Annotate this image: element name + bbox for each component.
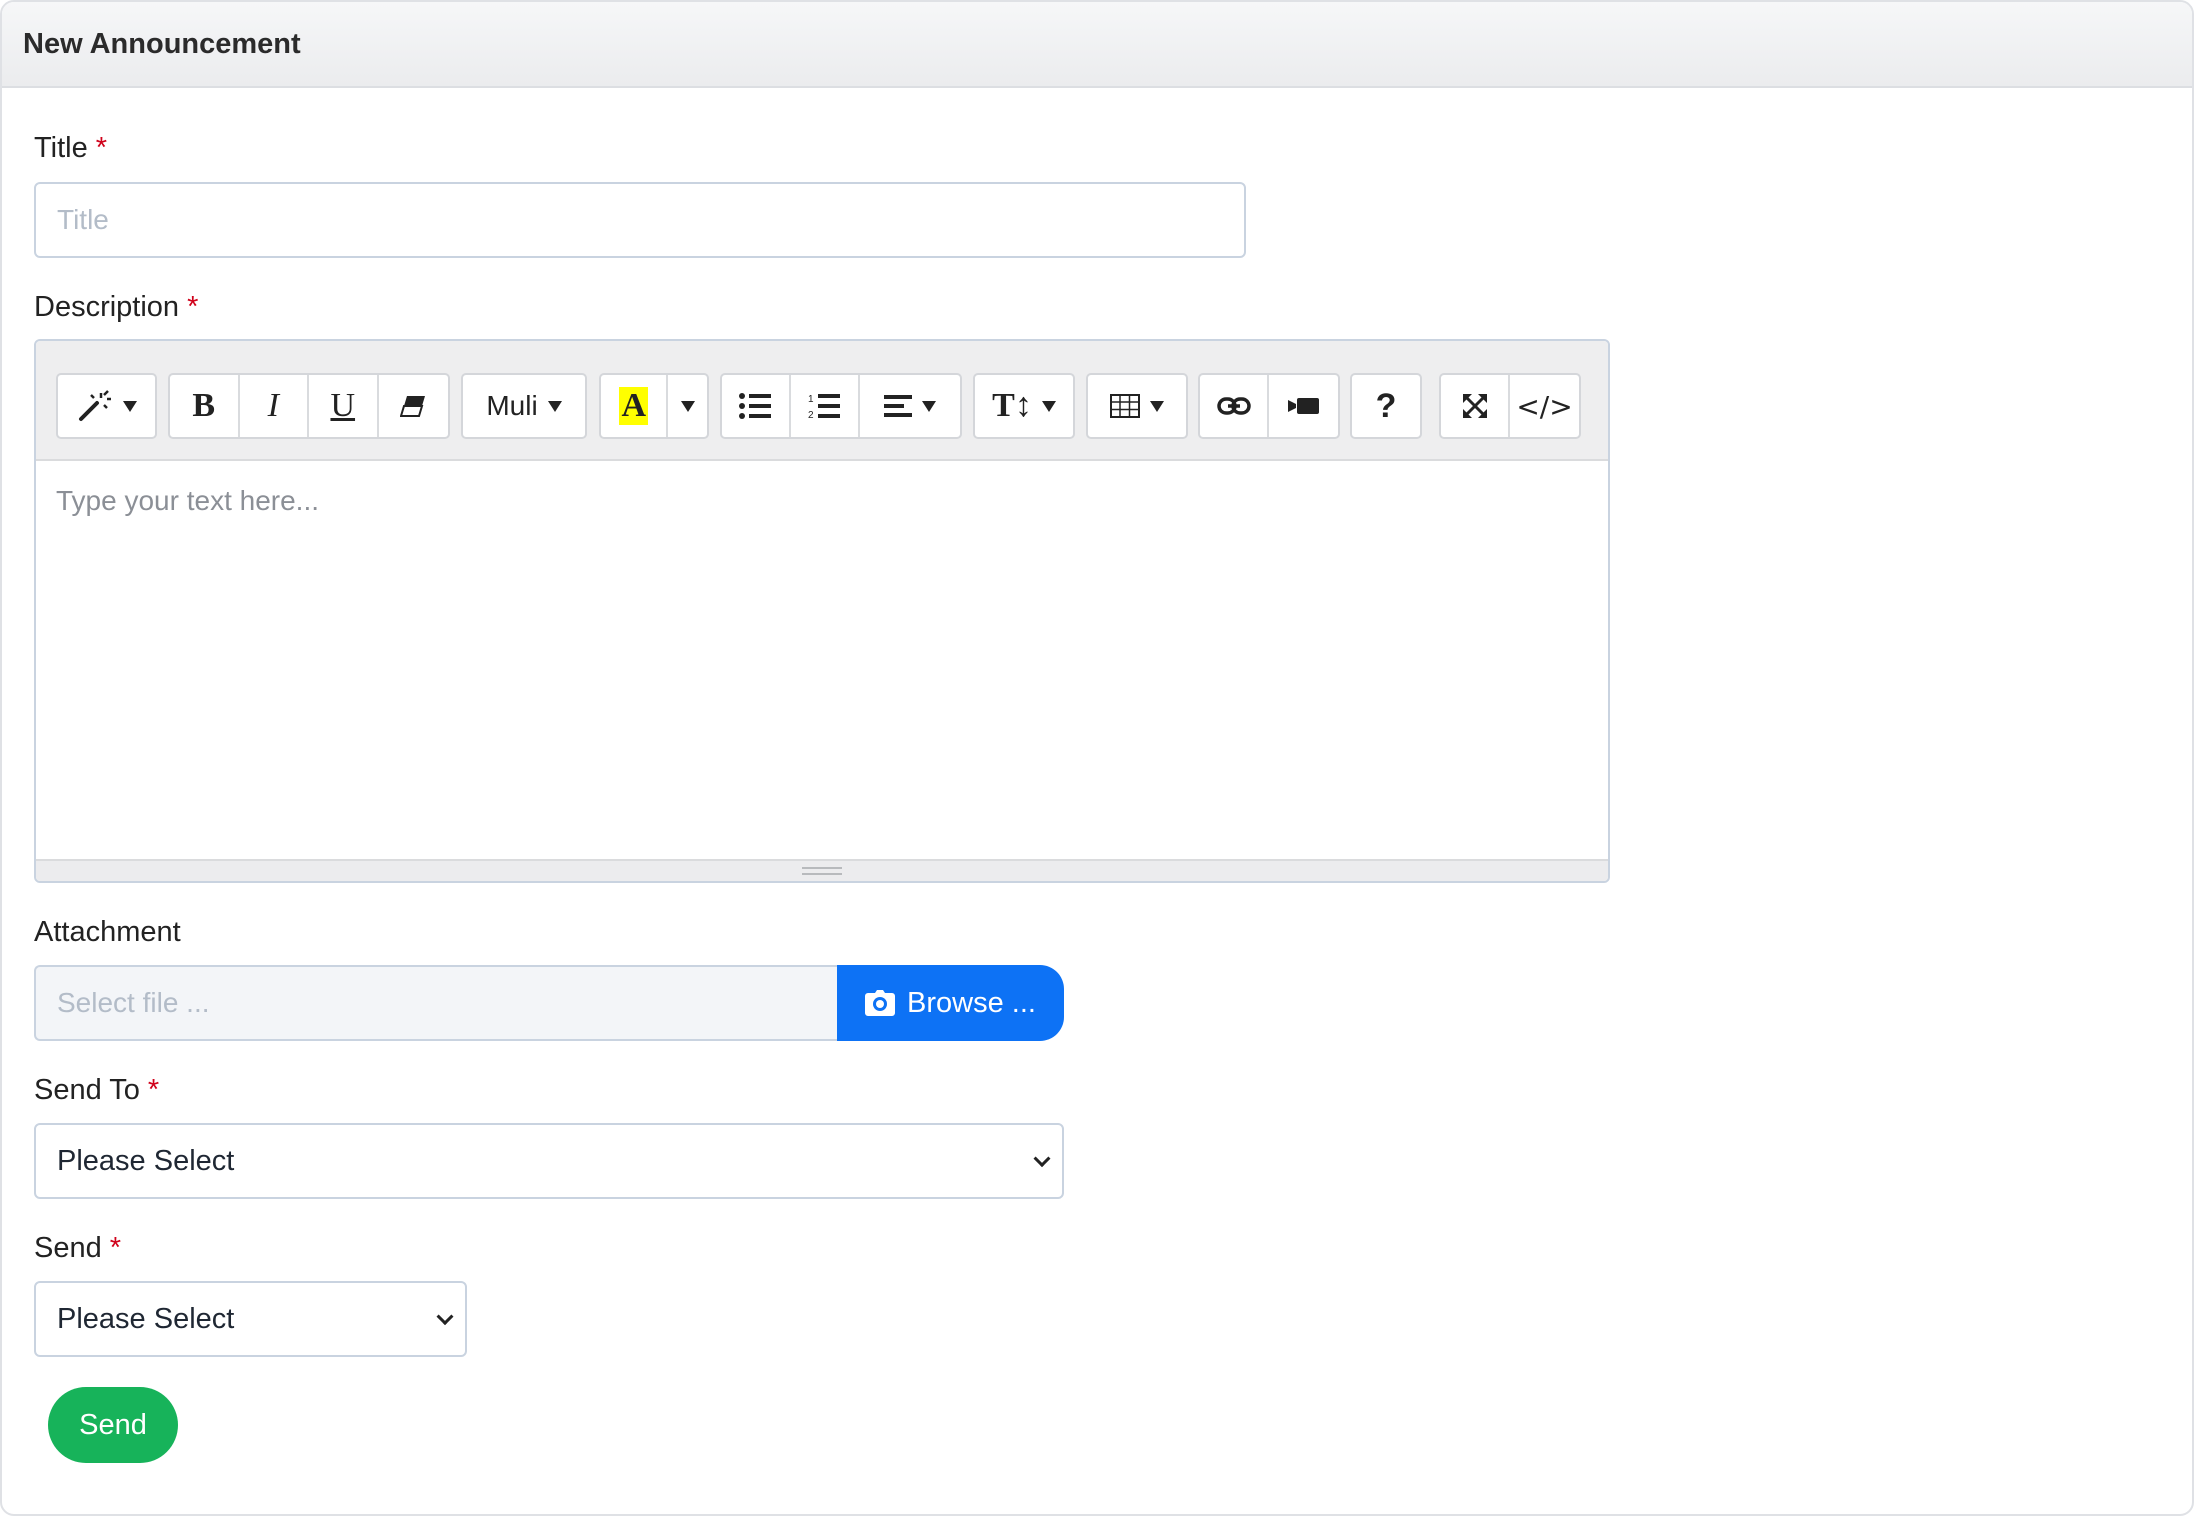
- browse-button[interactable]: Browse ...: [837, 965, 1064, 1041]
- link-icon: [1216, 397, 1251, 415]
- attachment-label-text: Attachment: [34, 916, 181, 948]
- style-group: [56, 373, 157, 439]
- browse-label: Browse ...: [907, 986, 1036, 1019]
- insert-group: [1198, 373, 1340, 439]
- chevron-down-icon: [547, 400, 562, 412]
- font-name-button[interactable]: Muli: [463, 375, 585, 437]
- video-button[interactable]: [1269, 375, 1338, 437]
- required-mark: *: [147, 1074, 160, 1106]
- table-icon: [1110, 394, 1140, 418]
- view-group: </>: [1439, 373, 1581, 439]
- send-to-value: Please Select: [57, 1144, 235, 1177]
- grip-icon: [802, 867, 842, 875]
- unordered-list-icon: [739, 393, 772, 419]
- description-label-text: Description: [34, 291, 180, 323]
- table-button[interactable]: [1088, 375, 1186, 437]
- text-height-button[interactable]: T↕: [975, 375, 1073, 437]
- code-view-button[interactable]: </>: [1510, 375, 1579, 437]
- required-mark: *: [95, 132, 108, 164]
- table-group: [1086, 373, 1188, 439]
- color-dropdown-button[interactable]: [668, 375, 707, 437]
- ordered-list-icon: 12: [808, 394, 841, 420]
- editor-resize-handle[interactable]: [36, 859, 1608, 881]
- editor-toolbar: B I U Muli A 1 2 T↕ ? </>: [36, 341, 1608, 461]
- send-to-label-text: Send To: [34, 1074, 140, 1106]
- send-label-text: Send: [34, 1232, 102, 1264]
- send-button[interactable]: Send: [48, 1387, 178, 1463]
- font-color-button[interactable]: A: [601, 375, 669, 437]
- send-to-label: Send To *: [34, 1074, 159, 1107]
- font-color-icon: A: [619, 387, 649, 425]
- send-value: Please Select: [57, 1302, 235, 1335]
- editor-content[interactable]: Type your text here...: [36, 461, 1608, 859]
- paragraph-group: 12: [720, 373, 962, 439]
- help-icon: ?: [1375, 386, 1397, 425]
- camera-icon: [865, 990, 896, 1016]
- required-mark: *: [187, 291, 199, 323]
- italic-button[interactable]: I: [240, 375, 309, 437]
- rich-text-editor: B I U Muli A 1 2 T↕ ? </> Type your text…: [34, 339, 1610, 883]
- text-height-icon: T↕: [992, 387, 1032, 424]
- title-label: Title *: [34, 132, 107, 165]
- help-group: ?: [1350, 373, 1422, 439]
- announcement-card: New Announcement Title * Title Descriptio…: [0, 0, 2194, 1516]
- fullscreen-button[interactable]: [1441, 375, 1511, 437]
- height-group: T↕: [973, 373, 1075, 439]
- title-label-text: Title: [34, 132, 88, 164]
- link-button[interactable]: [1200, 375, 1270, 437]
- svg-text:2: 2: [808, 410, 814, 420]
- ordered-list-button[interactable]: 12: [791, 375, 860, 437]
- chevron-down-icon: [921, 400, 936, 412]
- chevron-down-icon: [1150, 400, 1164, 412]
- send-label: Send *: [34, 1232, 121, 1265]
- align-icon: [883, 395, 912, 417]
- svg-text:1: 1: [808, 394, 814, 405]
- fullscreen-icon: [1462, 394, 1487, 418]
- chevron-down-icon: [680, 400, 695, 412]
- bold-icon: B: [192, 387, 216, 424]
- send-select[interactable]: Please Select: [34, 1281, 467, 1357]
- chevron-down-icon: [1033, 1150, 1051, 1168]
- attachment-label: Attachment: [34, 916, 181, 949]
- eraser-icon: [400, 396, 426, 417]
- card-header: New Announcement: [2, 2, 2192, 88]
- send-to-select[interactable]: Please Select: [34, 1123, 1064, 1199]
- font-style-group: B I U: [168, 373, 450, 439]
- chevron-down-icon: [1041, 400, 1056, 412]
- font-name: Muli: [486, 390, 538, 421]
- style-button[interactable]: [58, 375, 155, 437]
- italic-icon: I: [267, 387, 279, 424]
- title-input[interactable]: Title: [34, 182, 1246, 258]
- help-button[interactable]: ?: [1352, 375, 1420, 437]
- underline-button[interactable]: U: [309, 375, 379, 437]
- color-group: A: [599, 373, 709, 439]
- font-name-group: Muli: [461, 373, 587, 439]
- clear-format-button[interactable]: [379, 375, 448, 437]
- underline-icon: U: [330, 387, 356, 424]
- file-input[interactable]: Select file ...: [34, 965, 839, 1041]
- description-label: Description *: [34, 291, 198, 324]
- video-icon: [1287, 398, 1319, 414]
- file-placeholder: Select file ...: [57, 987, 210, 1018]
- title-placeholder: Title: [57, 204, 109, 235]
- page-title: New Announcement: [23, 27, 301, 60]
- editor-placeholder: Type your text here...: [56, 485, 320, 516]
- required-mark: *: [109, 1232, 122, 1264]
- unordered-list-button[interactable]: [722, 375, 791, 437]
- code-view-icon: </>: [1516, 389, 1573, 423]
- chevron-down-icon: [436, 1308, 454, 1326]
- bold-button[interactable]: B: [170, 375, 240, 437]
- chevron-down-icon: [122, 400, 137, 412]
- align-button[interactable]: [860, 375, 960, 437]
- magic-icon: [78, 390, 111, 421]
